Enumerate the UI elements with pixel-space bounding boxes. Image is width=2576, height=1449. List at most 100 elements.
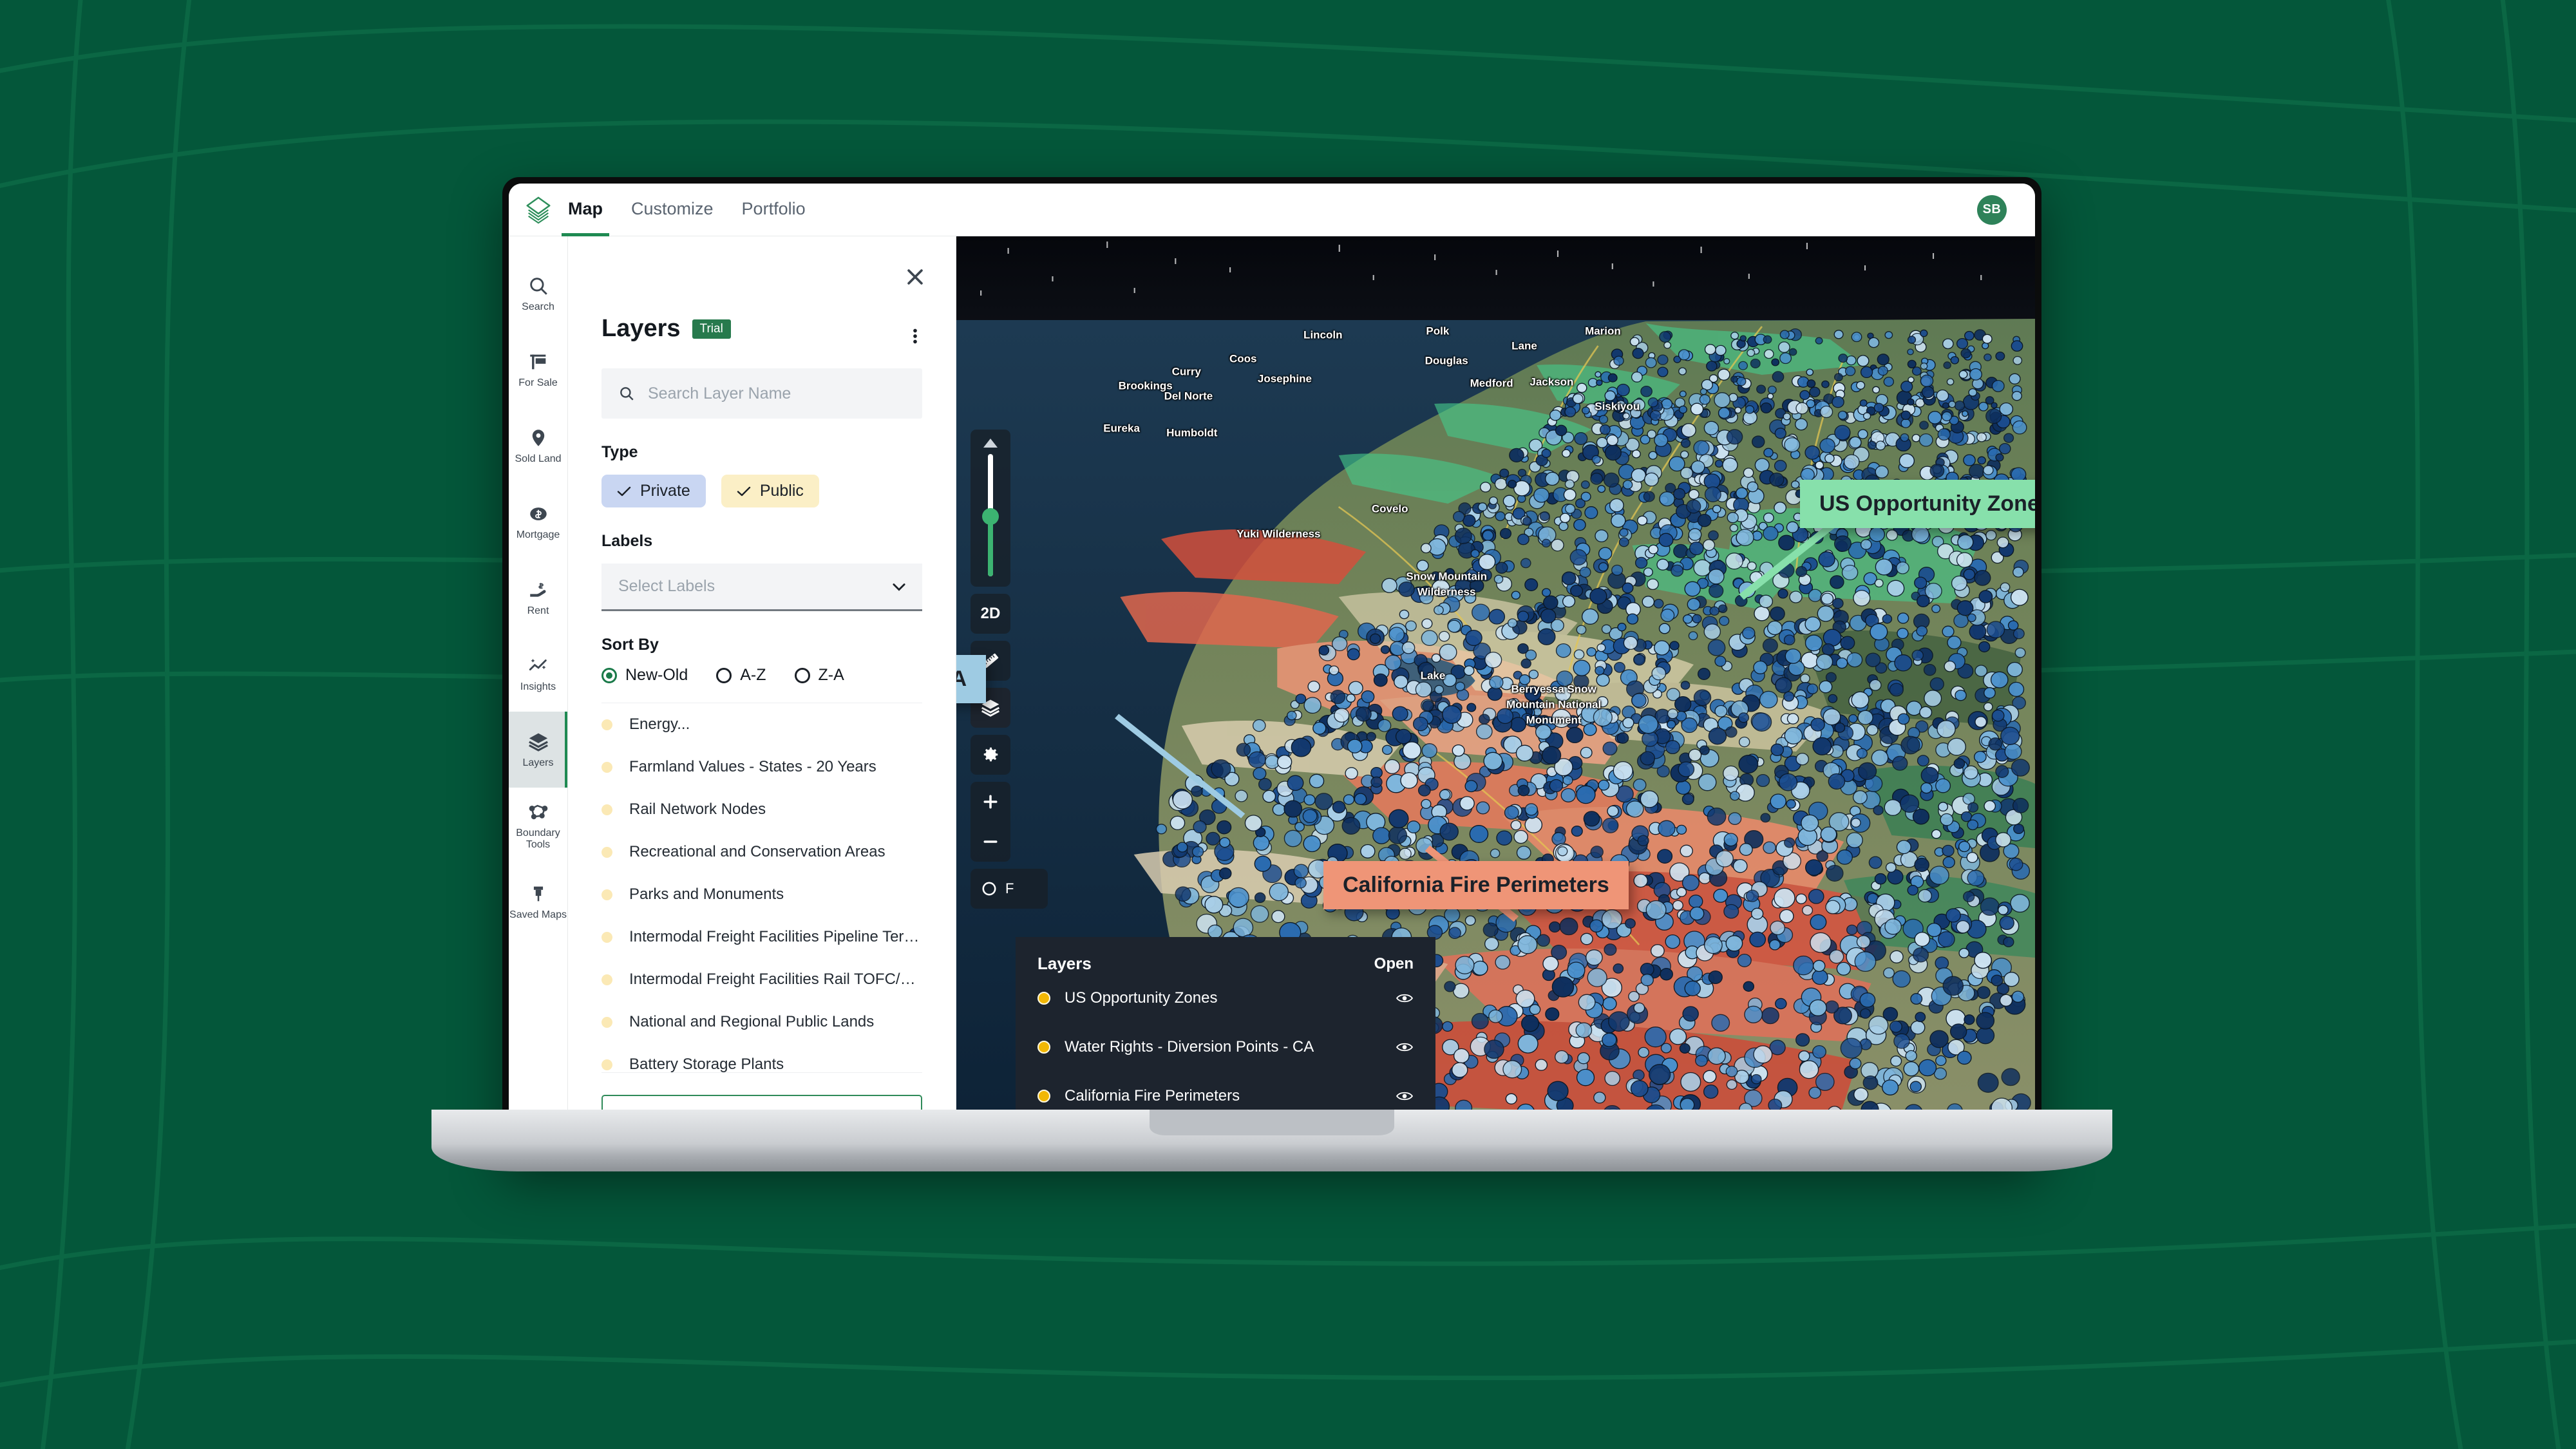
sidebar-item-search[interactable]: Search — [509, 256, 567, 332]
eye-icon[interactable] — [1396, 1090, 1414, 1103]
map-layer-name: California Fire Perimeters — [1065, 1087, 1240, 1104]
list-item[interactable]: Farmland Values - States - 20 Years — [601, 746, 922, 788]
sidebar-item-rent[interactable]: Rent — [509, 560, 567, 636]
sidebar-item-insights-label: Insights — [520, 681, 556, 692]
chip-public[interactable]: Public — [721, 475, 819, 507]
tilt-slider-fill — [988, 520, 993, 576]
sidebar-item-for-sale[interactable]: For Sale — [509, 332, 567, 408]
callout-label: California Fire Perimeters — [1343, 873, 1609, 897]
map-layer-name: US Opportunity Zones — [1065, 989, 1218, 1007]
check-icon — [617, 486, 631, 496]
list-item[interactable]: Parks and Monuments — [601, 873, 922, 916]
map-layers-card-title: Layers — [1037, 954, 1092, 973]
list-item-label: Intermodal Freight Facilities Rail TOFC/… — [629, 971, 922, 988]
sidebar-item-saved-maps-label: Saved Maps — [509, 909, 567, 920]
tab-portfolio[interactable]: Portfolio — [742, 184, 806, 236]
map-filter-button[interactable]: F — [971, 869, 1048, 909]
layer-bullet-icon — [601, 719, 612, 730]
list-item-label: Energy... — [629, 715, 690, 733]
list-item[interactable]: Intermodal Freight Facilities Pipeline T… — [601, 916, 922, 958]
layers-panel-header: Layers Trial — [601, 236, 922, 343]
dollar-coin-icon — [529, 507, 547, 520]
tab-customize-label: Customize — [631, 199, 714, 218]
sidebar-item-sold-land-label: Sold Land — [515, 453, 562, 464]
chip-private-label: Private — [640, 482, 690, 500]
list-item[interactable]: Recreational and Conservation Areas — [601, 831, 922, 873]
layer-bullet-icon — [601, 1059, 612, 1070]
chip-private[interactable]: Private — [601, 475, 706, 507]
stacked-layers-logo-icon[interactable] — [509, 195, 568, 225]
radio-dot-icon — [716, 667, 732, 683]
map-layer-row[interactable]: Water Rights - Diversion Points - CA — [1037, 1023, 1414, 1072]
check-icon — [737, 486, 751, 496]
map-view[interactable]: Lincoln Polk Marion Lane Coos Douglas Curry Jos… — [956, 236, 2035, 1140]
sidebar-item-search-label: Search — [522, 301, 554, 312]
radio-dot-icon — [601, 667, 617, 683]
tab-customize[interactable]: Customize — [631, 184, 714, 236]
layer-bullet-icon — [601, 804, 612, 815]
list-item[interactable]: Energy... — [601, 703, 922, 746]
kebab-menu-icon[interactable] — [908, 325, 922, 347]
map-layer-row[interactable]: US Opportunity Zones — [1037, 974, 1414, 1023]
map-settings-button[interactable] — [971, 735, 1010, 775]
sidebar-item-sold-land[interactable]: Sold Land — [509, 408, 567, 484]
sidebar-item-saved-maps[interactable]: Saved Maps — [509, 864, 567, 940]
radio-new-old[interactable]: New-Old — [601, 666, 688, 685]
radio-z-a[interactable]: Z-A — [794, 666, 844, 685]
tilt-slider-track[interactable] — [982, 454, 999, 576]
toggle-2d-label: 2D — [980, 605, 1001, 622]
callout-label: Water Rights - Diversion Points - CA — [956, 667, 967, 691]
layer-bullet-icon — [601, 889, 612, 900]
labels-filter-label: Labels — [601, 532, 653, 550]
search-input[interactable] — [648, 384, 905, 403]
list-item-label: National and Regional Public Lands — [629, 1013, 875, 1030]
search-icon — [529, 277, 547, 295]
radio-a-z-label: A-Z — [740, 666, 766, 684]
layer-color-dot — [1037, 992, 1050, 1005]
tilt-slider-knob[interactable] — [982, 508, 999, 525]
list-item[interactable]: Intermodal Freight Facilities Rail TOFC/… — [601, 958, 922, 1001]
labels-select[interactable]: Select Labels — [601, 564, 922, 611]
layer-bullet-icon — [601, 761, 612, 773]
eye-icon[interactable] — [1396, 992, 1414, 1005]
labels-select-value: Select Labels — [618, 577, 715, 595]
laptop-base — [431, 1110, 2112, 1171]
avatar[interactable]: SB — [1977, 194, 2007, 225]
tilt-slider[interactable] — [971, 430, 1010, 587]
map-layers-card-open-link[interactable]: Open — [1374, 955, 1414, 973]
sidebar-item-insights[interactable]: Insights — [509, 636, 567, 712]
zoom-in-button[interactable] — [971, 782, 1010, 822]
list-item[interactable]: Rail Network Nodes — [601, 788, 922, 831]
layer-color-dot — [1037, 1041, 1050, 1054]
layer-bullet-icon — [601, 846, 612, 858]
chevron-down-icon — [893, 583, 905, 591]
list-item-label: Farmland Values - States - 20 Years — [629, 758, 876, 775]
app-body: Search For Sale Sold Land Mortgage Rent — [509, 236, 2035, 1140]
map-pin-icon — [532, 429, 544, 446]
hand-dollar-icon — [529, 582, 545, 597]
sidebar-item-layers[interactable]: Layers — [509, 712, 567, 788]
status-badge: Trial — [692, 319, 731, 339]
list-item-label: Intermodal Freight Facilities Pipeline T… — [629, 928, 920, 945]
toggle-2d-button[interactable]: 2D — [971, 594, 1010, 634]
sidebar-item-boundary-tools[interactable]: Boundary Tools — [509, 788, 567, 864]
eye-icon[interactable] — [1396, 1041, 1414, 1054]
layers-stack-icon — [528, 733, 548, 752]
search-layer-field[interactable] — [601, 368, 922, 419]
type-filter-chips: Private Public — [601, 475, 922, 507]
tab-portfolio-label: Portfolio — [741, 199, 806, 218]
zoom-out-button[interactable] — [971, 822, 1010, 862]
callout-california-fire-perimeters: California Fire Perimeters — [1323, 861, 1629, 909]
sidebar-item-boundary-tools-label: Boundary Tools — [516, 827, 560, 850]
sort-by-label: Sort By — [601, 636, 659, 654]
layer-bullet-icon — [601, 974, 612, 985]
search-icon — [620, 387, 634, 401]
tab-map[interactable]: Map — [562, 184, 609, 236]
layer-color-dot — [1037, 1090, 1050, 1103]
close-icon[interactable] — [904, 266, 926, 288]
radio-dot-icon — [794, 667, 810, 683]
sidebar-item-mortgage[interactable]: Mortgage — [509, 484, 567, 560]
sidebar-item-for-sale-label: For Sale — [518, 377, 558, 388]
radio-a-z[interactable]: A-Z — [716, 666, 766, 685]
list-item[interactable]: National and Regional Public Lands — [601, 1001, 922, 1043]
